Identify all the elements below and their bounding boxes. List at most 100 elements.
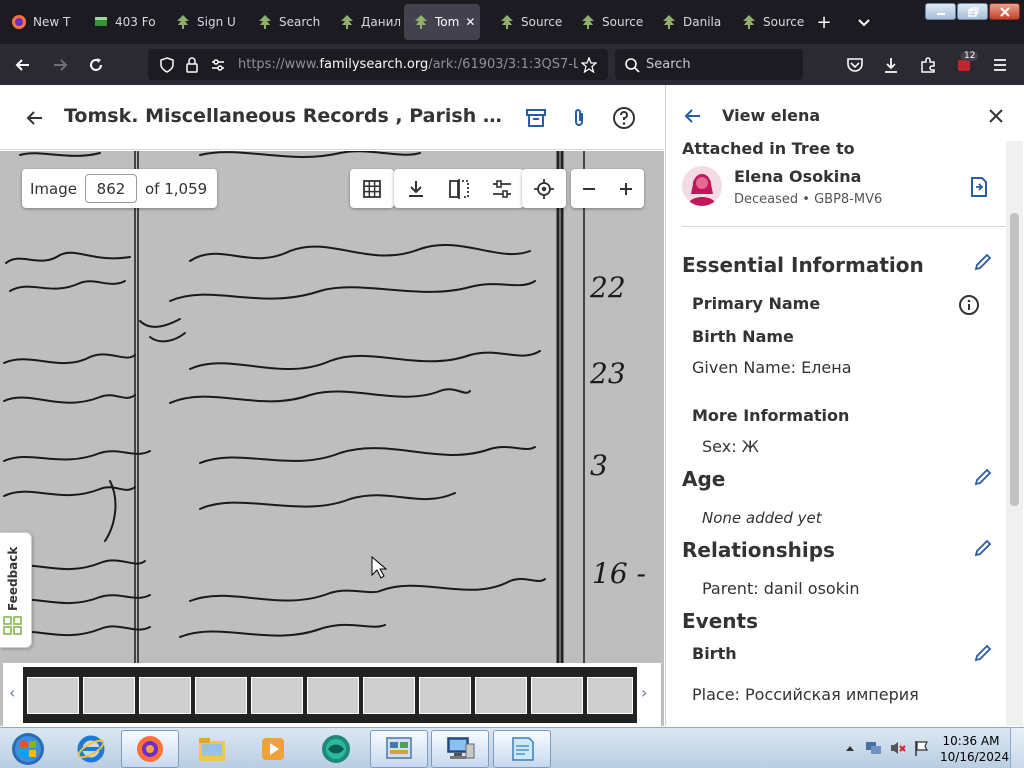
thumbnail[interactable] [251,677,303,714]
birth-event-label: Birth [692,644,737,663]
browser-tab[interactable]: New T [2,4,80,40]
feedback-tab[interactable]: Feedback [0,532,32,648]
edit-pencil-icon[interactable] [970,249,996,275]
tab-label: Sign U [197,15,236,29]
familysearch-tree-icon [339,14,355,30]
edit-pencil-icon[interactable] [970,464,996,490]
back-arrow-icon[interactable] [10,52,36,78]
reload-icon[interactable] [83,52,109,78]
extensions-puzzle-icon[interactable] [915,52,941,78]
show-hidden-icons-chevron[interactable] [842,740,858,756]
familysearch-tree-icon [413,14,429,30]
network-computer-icon[interactable] [431,730,489,768]
media-player-icon[interactable] [244,730,302,768]
tool-main-group [394,169,524,208]
forward-arrow-icon[interactable] [47,52,73,78]
download-icon[interactable] [394,169,437,208]
start-button[interactable] [2,730,54,768]
grid-view-icon[interactable] [350,169,394,208]
browser-tab[interactable]: 403 Fo [84,4,162,40]
url-domain: familysearch.org [319,57,429,72]
teal-globe-app-icon[interactable] [307,730,365,768]
url-prefix: https://www. [238,57,320,72]
panel-back-arrow-icon[interactable] [680,103,706,129]
record-image-viewer[interactable]: 22 23 3 16 - Image of 1,059 [0,151,664,726]
new-tab-plus-icon[interactable]: + [810,8,838,36]
image-number-input[interactable] [84,174,137,203]
recenter-target-icon[interactable] [522,169,566,208]
adjust-sliders-icon[interactable] [481,169,524,208]
browser-tab-active[interactable]: Tom ✕ [404,4,480,40]
restore-window-button[interactable] [957,3,988,20]
scrollbar-thumb[interactable] [1010,213,1019,506]
thumbnail[interactable] [195,677,247,714]
person-name[interactable]: Elena Osokina [734,167,861,186]
info-icon[interactable] [956,292,982,318]
thumbnail[interactable] [139,677,191,714]
thumbnail[interactable] [475,677,527,714]
show-desktop-button[interactable] [1010,728,1024,768]
thumbnail[interactable] [419,677,471,714]
internet-explorer-icon[interactable] [62,730,120,768]
close-tab-icon[interactable]: ✕ [465,15,475,29]
control-panel-icon[interactable] [370,730,428,768]
thumbnail[interactable] [363,677,415,714]
filmstrip-right-chevron-icon[interactable]: › [641,683,647,702]
volume-muted-icon[interactable] [888,738,908,758]
notepad-icon[interactable] [493,730,551,768]
compare-split-icon[interactable] [437,169,480,208]
browser-tab[interactable]: Danila [652,4,730,40]
firefox-taskbar-icon[interactable] [121,730,179,768]
image-label: Image [30,179,77,198]
green-flag-icon [93,14,109,30]
panel-scrollbar[interactable] [1006,141,1023,726]
browser-tab[interactable]: Source [490,4,568,40]
tab-label: Данил [361,15,402,29]
familysearch-tree-icon [741,14,757,30]
browser-tab[interactable]: Sign U [166,4,244,40]
lock-icon[interactable] [179,52,205,78]
zoom-out-minus-icon[interactable] [571,169,607,208]
archive-box-icon[interactable] [523,105,549,131]
network-tray-icon[interactable] [864,738,884,758]
permissions-icon[interactable] [205,52,231,78]
age-heading: Age [682,467,726,491]
browser-tab[interactable]: Данил [330,4,408,40]
minimize-window-button[interactable] [925,3,956,20]
thumbnail[interactable] [531,677,583,714]
filmstrip-left-chevron-icon[interactable]: ‹ [9,683,15,702]
edit-pencil-icon[interactable] [970,640,996,666]
browser-tab[interactable]: Search [248,4,326,40]
close-panel-icon[interactable] [983,103,1009,129]
thumbnail[interactable] [307,677,359,714]
downloads-icon[interactable] [878,52,904,78]
taskbar-clock[interactable]: 10:36 AM 10/16/2024 [940,733,1009,765]
shield-icon[interactable] [154,52,180,78]
person-record-icon[interactable] [966,174,992,200]
events-heading: Events [682,609,758,633]
browser-search-field[interactable]: Search [615,49,803,80]
browser-tab[interactable]: Source [732,4,810,40]
help-question-icon[interactable] [611,105,637,131]
thumbnail[interactable] [587,677,633,714]
familysearch-tree-icon [580,14,596,30]
file-explorer-icon[interactable] [183,730,241,768]
list-tabs-chevron-icon[interactable] [850,8,878,36]
thumbnail[interactable] [83,677,135,714]
essential-info-heading: Essential Information [682,253,924,277]
browser-tab-strip: New T 403 Fo Sign U Search Данил Tom ✕ S… [0,0,1024,44]
browser-tab[interactable]: Source [571,4,649,40]
image-counter: Image of 1,059 [22,169,218,208]
thumbnail[interactable] [27,677,79,714]
close-window-button[interactable] [989,3,1020,20]
edit-pencil-icon[interactable] [970,535,996,561]
attach-paperclip-icon[interactable] [566,105,592,131]
thumbnail-filmstrip: ‹ › [3,663,661,726]
zoom-in-plus-icon[interactable] [607,169,644,208]
hamburger-menu-icon[interactable] [987,52,1013,78]
action-center-flag-icon[interactable] [912,738,932,758]
bookmark-star-icon[interactable] [576,52,602,78]
back-arrow-icon[interactable] [22,105,48,131]
url-bar[interactable]: https://www.familysearch.org/ark:/61903/… [148,49,608,80]
pocket-icon[interactable] [842,52,868,78]
